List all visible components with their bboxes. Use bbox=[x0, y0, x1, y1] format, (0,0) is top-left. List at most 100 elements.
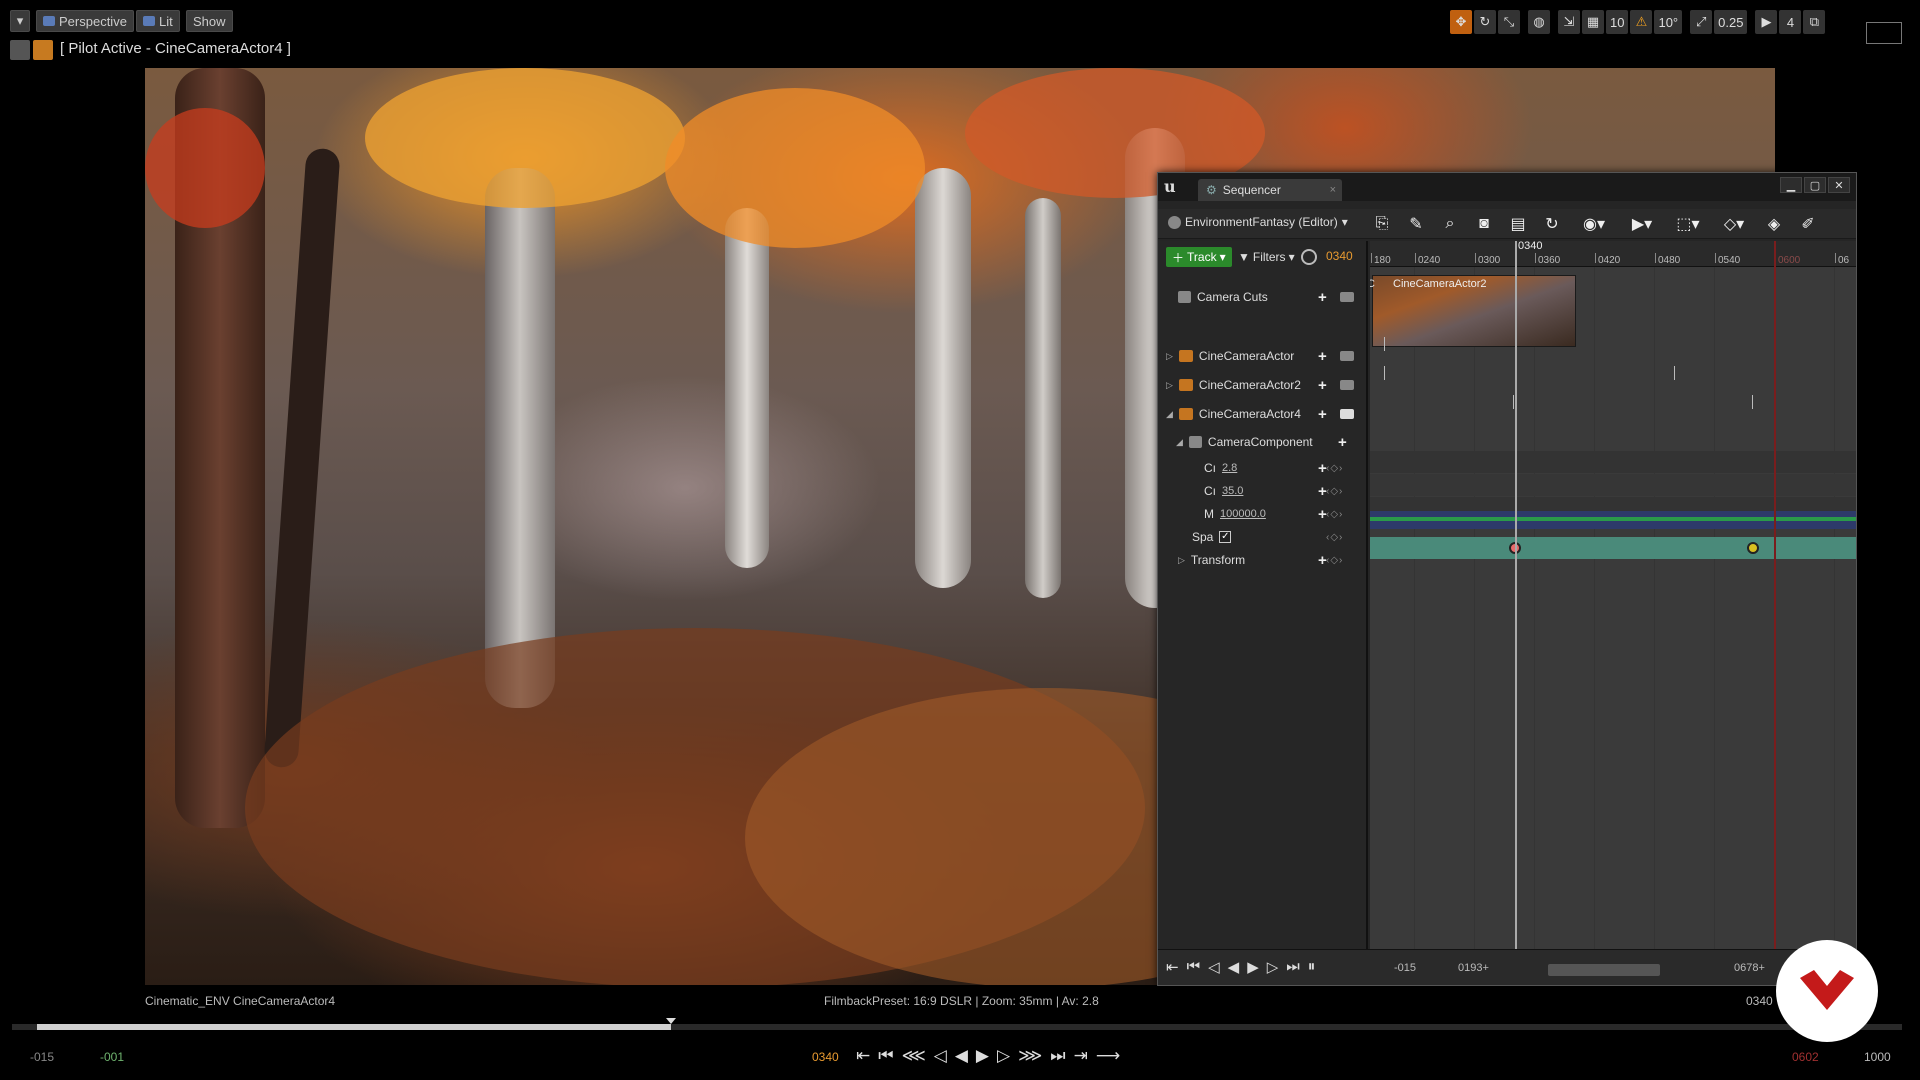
track-row-cinecameraactor4[interactable]: ◢ CineCameraActor4 + bbox=[1158, 403, 1368, 425]
play-options-icon[interactable]: ▶▾ bbox=[1624, 213, 1660, 235]
surface-snap-icon[interactable]: ⇲ bbox=[1558, 10, 1580, 34]
loop-icon[interactable]: ⟶ bbox=[1096, 1046, 1120, 1066]
lit-button[interactable]: Lit bbox=[136, 10, 180, 32]
track-row-camera-cuts[interactable]: Camera Cuts + bbox=[1158, 286, 1368, 308]
property-value[interactable]: 2.8 bbox=[1222, 462, 1237, 474]
save-as-icon[interactable]: ✎ bbox=[1404, 213, 1428, 235]
sequencer-window[interactable]: u ⚙ Sequencer × ▁ ▢ ✕ EnvironmentFantasy… bbox=[1157, 172, 1857, 986]
reverse-play-icon[interactable]: ◀ bbox=[1228, 958, 1240, 976]
track-row-cameracomponent[interactable]: ◢ CameraComponent + bbox=[1158, 431, 1368, 453]
view-start-value[interactable]: 0193+ bbox=[1458, 962, 1489, 974]
track-row-aperture[interactable]: Cı 2.8 + ‹◇› bbox=[1158, 457, 1368, 479]
prev-frame-icon[interactable]: ◁ bbox=[1208, 958, 1220, 976]
scale-snap-icon[interactable]: ⤢ bbox=[1690, 10, 1713, 34]
render-movie-icon[interactable]: ▤ bbox=[1506, 213, 1530, 235]
play-icon[interactable]: ▶ bbox=[1247, 958, 1259, 976]
add-icon[interactable]: + bbox=[1318, 406, 1327, 423]
rotation-snap-icon[interactable]: ⚠ bbox=[1630, 10, 1653, 34]
scale-mode-icon[interactable]: ⤡ bbox=[1498, 10, 1520, 34]
add-icon[interactable]: + bbox=[1318, 289, 1327, 306]
keyframe-marker[interactable] bbox=[1747, 542, 1759, 554]
search-icon[interactable] bbox=[1301, 249, 1317, 265]
scale-snap-value[interactable]: 0.25 bbox=[1714, 10, 1748, 34]
eject-icon[interactable] bbox=[10, 40, 30, 60]
key-nav-icon[interactable]: ‹◇› bbox=[1326, 555, 1343, 566]
close-window-icon[interactable]: ✕ bbox=[1828, 177, 1850, 193]
maximize-icon[interactable]: ▢ bbox=[1804, 177, 1826, 193]
rotation-snap-value[interactable]: 10° bbox=[1654, 10, 1683, 34]
view-end-value[interactable]: 0678+ bbox=[1734, 962, 1765, 974]
next-key-icon[interactable]: ⏭ bbox=[1050, 1046, 1065, 1066]
key-marker[interactable] bbox=[1384, 366, 1385, 380]
property-lane[interactable] bbox=[1370, 451, 1856, 473]
camera-icon[interactable] bbox=[1340, 409, 1354, 419]
timeline-cursor[interactable] bbox=[666, 1018, 676, 1024]
viewport-timeline-track[interactable] bbox=[12, 1018, 1902, 1030]
track-row-manual-focus[interactable]: M 100000.0 + ‹◇› bbox=[1158, 503, 1368, 525]
next-key-icon[interactable]: ⏭ bbox=[1286, 958, 1300, 976]
jump-to-start-icon[interactable]: ⇤ bbox=[856, 1046, 870, 1066]
camera-icon[interactable]: ◙ bbox=[1472, 213, 1496, 235]
add-icon[interactable]: + bbox=[1338, 434, 1347, 451]
playhead[interactable] bbox=[1515, 241, 1517, 985]
sequencer-title-bar[interactable]: u ⚙ Sequencer × ▁ ▢ ✕ bbox=[1158, 173, 1856, 201]
add-icon[interactable]: + bbox=[1318, 377, 1327, 394]
track-row-focal-length[interactable]: Cı 35.0 + ‹◇› bbox=[1158, 480, 1368, 502]
key-icon[interactable]: ◇▾ bbox=[1716, 213, 1752, 235]
add-icon[interactable]: + bbox=[1318, 348, 1327, 365]
track-row-cinecameraactor2[interactable]: ▷ CineCameraActor2 + bbox=[1158, 374, 1368, 396]
expand-icon[interactable]: ▷ bbox=[1166, 380, 1173, 391]
prev-frame-icon[interactable]: ◁ bbox=[934, 1046, 947, 1066]
perspective-button[interactable]: Perspective bbox=[36, 10, 134, 32]
save-icon[interactable]: ⎘ bbox=[1370, 213, 1394, 235]
transform-lane[interactable] bbox=[1370, 537, 1856, 559]
track-row-cinecameraactor[interactable]: ▷ CineCameraActor + bbox=[1158, 345, 1368, 367]
next-keyframe-icon[interactable]: ⋙ bbox=[1018, 1046, 1042, 1066]
next-frame-icon[interactable]: ▷ bbox=[997, 1046, 1010, 1066]
prev-keyframe-icon[interactable]: ⋘ bbox=[902, 1046, 926, 1066]
select-mode-icon[interactable]: ✥ bbox=[1450, 10, 1472, 34]
play-icon[interactable]: ▶ bbox=[976, 1046, 989, 1066]
key-marker[interactable] bbox=[1384, 337, 1385, 351]
current-frame-value[interactable]: 0340 bbox=[1326, 249, 1353, 263]
minimize-icon[interactable]: ▁ bbox=[1780, 177, 1802, 193]
viewport-menu-button[interactable]: ▾ bbox=[10, 10, 30, 32]
expand-icon[interactable]: ▷ bbox=[1166, 351, 1173, 362]
show-button[interactable]: Show bbox=[186, 10, 233, 32]
layout-icon[interactable] bbox=[1866, 22, 1902, 44]
collapse-icon[interactable]: ◢ bbox=[1166, 409, 1173, 420]
rotate-mode-icon[interactable]: ↻ bbox=[1474, 10, 1496, 34]
playback-end-marker[interactable] bbox=[1774, 241, 1776, 985]
key-nav-icon[interactable]: ‹◇› bbox=[1326, 486, 1343, 497]
maximize-viewport-icon[interactable]: ⧉ bbox=[1803, 10, 1826, 34]
key-nav-icon[interactable]: ‹◇› bbox=[1326, 509, 1343, 520]
property-lane[interactable] bbox=[1370, 474, 1856, 496]
loop-icon[interactable]: ⏸ bbox=[1308, 958, 1316, 976]
camera-icon[interactable] bbox=[1340, 351, 1354, 361]
prev-key-icon[interactable]: ⏮ bbox=[1187, 958, 1201, 976]
property-value[interactable]: 35.0 bbox=[1222, 485, 1243, 497]
camera-speed-value[interactable]: 4 bbox=[1779, 10, 1802, 34]
refresh-icon[interactable]: ↻ bbox=[1540, 213, 1564, 235]
grid-snap-icon[interactable]: ▦ bbox=[1582, 10, 1604, 34]
add-track-button[interactable]: ＋ Track ▾ bbox=[1166, 247, 1232, 267]
timeline-scrollbar[interactable] bbox=[1548, 964, 1660, 976]
camera-icon[interactable] bbox=[1340, 292, 1354, 302]
edit-icon[interactable]: ✐ bbox=[1796, 213, 1820, 235]
timeline-panel[interactable]: 180 0240 0300 0360 0420 0480 0540 0600 0… bbox=[1370, 241, 1856, 985]
eye-icon[interactable]: ◉▾ bbox=[1574, 213, 1614, 235]
spawned-checkbox[interactable]: ✓ bbox=[1219, 531, 1232, 543]
key-marker[interactable] bbox=[1752, 395, 1753, 409]
filters-button[interactable]: ▼ Filters ▾ bbox=[1238, 247, 1295, 267]
key-nav-icon[interactable]: ‹◇› bbox=[1326, 532, 1343, 543]
key-nav-icon[interactable]: ‹◇› bbox=[1326, 463, 1343, 474]
camera-speed-icon[interactable]: ▶ bbox=[1755, 10, 1778, 34]
level-selector[interactable]: EnvironmentFantasy (Editor) ▾ bbox=[1168, 215, 1348, 229]
camera-icon[interactable] bbox=[1340, 380, 1354, 390]
grid-snap-value[interactable]: 10 bbox=[1606, 10, 1629, 34]
auto-key-icon[interactable]: ◈ bbox=[1762, 213, 1786, 235]
key-marker[interactable] bbox=[1674, 366, 1675, 380]
next-frame-icon[interactable]: ▷ bbox=[1267, 958, 1279, 976]
jump-to-start-icon[interactable]: ⇤ bbox=[1166, 958, 1179, 976]
tab-sequencer[interactable]: ⚙ Sequencer × bbox=[1198, 179, 1342, 201]
